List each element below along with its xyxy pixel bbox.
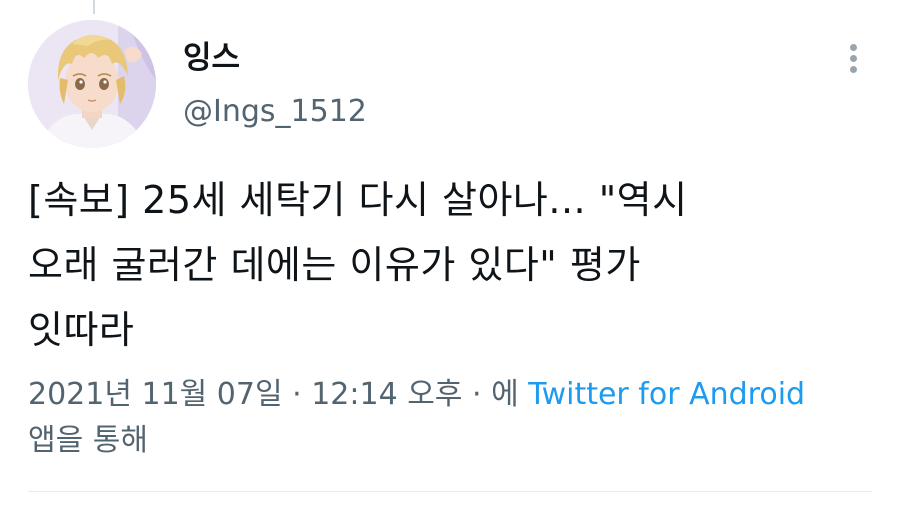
meta-separator: · xyxy=(292,377,302,412)
tweet-time[interactable]: 12:14 오후 xyxy=(311,377,462,412)
divider xyxy=(28,491,872,492)
via-suffix: 앱을 통해 xyxy=(28,423,148,458)
meta-separator: · xyxy=(471,377,482,412)
tweet-text-line: 잇따라 xyxy=(28,308,135,352)
more-vertical-icon-dot-2 xyxy=(850,55,857,62)
tweet-date[interactable]: 2021년 11월 07일 xyxy=(28,377,283,412)
via-prefix: 에 xyxy=(491,377,519,412)
tweet-source-link[interactable]: Twitter for Android xyxy=(528,377,805,412)
tweet-text: [속보] 25세 세탁기 다시 살아나... "역시 오래 굴러간 데에는 이유… xyxy=(28,168,878,363)
more-vertical-icon xyxy=(850,44,857,51)
display-name[interactable]: 잉스 xyxy=(183,38,240,78)
thread-connector-line xyxy=(93,0,95,14)
tweet-text-line: [속보] 25세 세탁기 다시 살아나... "역시 xyxy=(28,178,688,222)
more-options-button[interactable] xyxy=(838,40,870,76)
tweet-metadata: 2021년 11월 07일 · 12:14 오후 · 에 Twitter for… xyxy=(28,372,878,464)
avatar-illustration xyxy=(28,20,156,148)
user-handle[interactable]: @Ings_1512 xyxy=(183,92,367,132)
more-vertical-icon-dot-3 xyxy=(850,66,857,73)
tweet-text-line: 오래 굴러간 데에는 이유가 있다" 평가 xyxy=(28,243,641,287)
avatar[interactable] xyxy=(28,20,156,148)
